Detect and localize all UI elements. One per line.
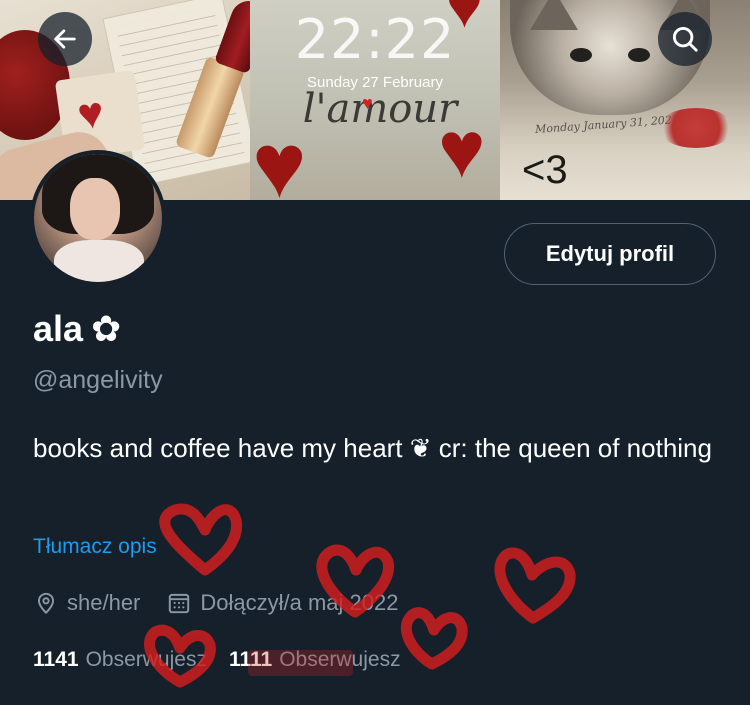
pronouns-item: she/her bbox=[33, 590, 140, 616]
flower-icon: ✿ bbox=[91, 308, 122, 349]
banner-photo-kitten: Monday January 31, 2022 <3 bbox=[500, 0, 750, 200]
location-pin-icon bbox=[33, 590, 59, 616]
avatar[interactable] bbox=[30, 150, 166, 286]
lipstick-kiss bbox=[658, 108, 734, 148]
joined-text: Dołączył/a maj 2022 bbox=[200, 590, 399, 615]
doodle-heart bbox=[494, 547, 576, 624]
edit-profile-button[interactable]: Edytuj profil bbox=[504, 223, 716, 285]
profile-meta: she/her Dołączył/a maj 2022 bbox=[33, 590, 399, 616]
display-name: ala ✿ bbox=[33, 308, 121, 350]
profile-bio: books and coffee have my heart ❦ cr: the… bbox=[33, 433, 712, 463]
heart-decoration: ♥ bbox=[438, 105, 486, 194]
following-count: 1141 bbox=[33, 648, 79, 671]
following-label: Obserwujesz bbox=[85, 648, 207, 671]
pronouns-text: she/her bbox=[67, 590, 141, 615]
search-button[interactable] bbox=[658, 12, 712, 66]
calendar-icon bbox=[166, 590, 192, 616]
follow-stats: 1141 Obserwujesz 1111 Obserwujesz bbox=[33, 648, 423, 672]
followers-label: Obserwujesz bbox=[279, 648, 401, 671]
banner-photo-lockscreen: 22:22 Sunday 27 February l'amour ♥ ♥ ♥ ♥ bbox=[250, 0, 500, 200]
heart-decoration: ♥ bbox=[446, 0, 483, 41]
heart-decoration: ♥ bbox=[252, 115, 307, 200]
heart-decoration: ♥ bbox=[362, 93, 373, 113]
user-handle: @angelivity bbox=[33, 366, 163, 394]
back-button[interactable] bbox=[38, 12, 92, 66]
search-icon bbox=[672, 26, 698, 52]
doodle-heart bbox=[159, 503, 243, 576]
following-stat[interactable]: 1141 Obserwujesz bbox=[33, 648, 207, 672]
followers-count: 1111 bbox=[228, 648, 273, 671]
followers-stat[interactable]: 1111 Obserwujesz bbox=[229, 648, 401, 672]
translate-bio-link[interactable]: Tłumacz opis bbox=[33, 535, 157, 559]
note-heart-text: <3 bbox=[522, 148, 568, 192]
display-name-text: ala bbox=[33, 308, 84, 349]
arrow-left-icon bbox=[54, 29, 76, 49]
joined-item: Dołączył/a maj 2022 bbox=[166, 590, 399, 616]
